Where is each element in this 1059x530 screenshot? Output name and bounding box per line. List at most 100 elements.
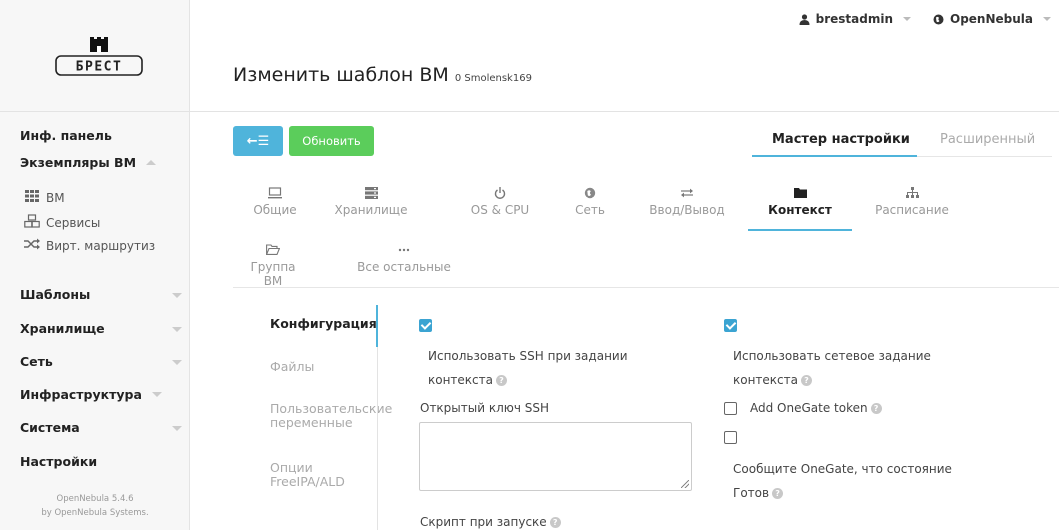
section-tabs-divider [233,287,1059,288]
network-context-label-text: контекста [733,373,798,387]
sidebar: БРЕСТ Инф. панель Экземпляры ВМ ВМ Серви… [0,0,190,530]
report-ready-label-line1: Сообщите OneGate, что состояние [733,462,952,476]
globe-icon [933,14,944,24]
tab-advanced[interactable]: Расширенный [940,132,1035,147]
logo-text: БРЕСТ [76,60,123,75]
chevron-down-icon [172,426,182,431]
nav-dashboard[interactable]: Инф. панель [20,128,112,143]
globe-icon [565,187,615,201]
network-context-checkbox[interactable] [724,319,737,332]
help-icon[interactable]: ? [549,517,561,528]
tab-wizard[interactable]: Мастер настройки [772,132,910,147]
nav-network[interactable]: Сеть [20,354,182,369]
exchange-icon [637,187,737,201]
chevron-down-icon [172,293,182,298]
tab-os-cpu-label: OS & CPU [470,203,530,217]
tab-network-label: Сеть [575,203,605,217]
tab-general[interactable]: Общие [244,187,306,217]
tab-os-cpu[interactable]: OS & CPU [460,187,540,217]
mode-tab-active-indicator [752,155,917,157]
tab-schedule-label: Расписание [875,203,949,217]
help-icon[interactable]: ? [496,375,507,386]
nav-infrastructure-label: Инфраструктура [20,387,142,402]
tab-storage[interactable]: Хранилище [315,187,427,217]
help-icon[interactable]: ? [801,375,812,386]
page-subtitle: 0 Smolensk169 [454,73,532,84]
nav-infrastructure[interactable]: Инфраструктура [20,387,162,402]
power-icon [460,187,540,201]
tab-vm-group-label: Группа ВМ [250,260,296,288]
ssh-key-label: Открытый ключ SSH [420,401,550,415]
zone-menu[interactable]: OpenNebula [933,12,1051,26]
sidebar-item-services[interactable]: Сервисы [24,214,100,231]
sidebar-item-virtual-routers[interactable]: Вирт. маршрутиз [24,238,155,253]
brest-logo[interactable]: БРЕСТ [53,37,145,77]
tab-io[interactable]: Ввод/Вывод [637,187,737,217]
subnav-freeipa-line2: FreeIPA/ALD [270,474,345,489]
page-title-text: Изменить шаблон ВМ [233,64,449,86]
ssh-context-label: Использовать SSH при задании контекста? [428,344,628,392]
sidebar-item-virtual-routers-label: Вирт. маршрутиз [46,238,156,253]
user-name: brestadmin [815,12,893,26]
folder-icon [755,187,845,201]
storage-icon [315,187,427,201]
page-title: Изменить шаблон ВМ 0 Smolensk169 [233,64,532,86]
nav-vm-instances[interactable]: Экземпляры ВМ [20,155,157,170]
tab-storage-label: Хранилище [334,203,408,217]
monitor-icon [244,187,306,201]
tab-vm-group[interactable]: Группа ВМ [240,244,306,288]
nav-system[interactable]: Система [20,420,182,435]
ssh-context-checkbox[interactable] [419,319,432,332]
start-script-label: Скрипт при запуске? [420,510,561,530]
help-icon[interactable]: ? [772,488,784,499]
chevron-down-icon [151,392,162,397]
report-ready-label: Сообщите OneGate, что состояние Готов? [733,457,952,505]
user-icon [799,13,810,25]
nav-storage[interactable]: Хранилище [20,321,182,336]
cubes-icon [24,214,40,231]
tab-context[interactable]: Контекст [755,187,845,217]
subnav-divider [377,347,378,530]
subnav-custom-vars-line2: переменные [270,415,353,430]
chevron-down-icon [172,360,182,365]
subnav-configuration[interactable]: Конфигурация [270,317,377,331]
nav-templates-label: Шаблоны [20,287,91,302]
nav-storage-label: Хранилище [20,321,105,336]
refresh-button[interactable]: Обновить [289,126,374,156]
back-button[interactable]: ←☰ [233,126,283,156]
vendor-text[interactable]: by OpenNebula Systems. [0,508,190,518]
nav-network-label: Сеть [20,354,53,369]
ssh-context-label-text: контекста [428,373,493,387]
tab-schedule[interactable]: Расписание [862,187,962,217]
ssh-key-textarea[interactable] [419,422,692,491]
subnav-freeipa[interactable]: Опции FreeIPA/ALD [270,461,345,489]
report-ready-checkbox[interactable] [724,431,737,444]
tab-context-label: Контекст [768,203,832,217]
chevron-up-icon [146,160,157,165]
chevron-down-icon [172,327,182,332]
tab-general-label: Общие [253,203,297,217]
onegate-token-label: Add OneGate token? [750,396,882,420]
tab-all-other[interactable]: Все остальные [334,244,474,274]
subnav-custom-vars-line1: Пользовательские [270,401,393,416]
nav-templates[interactable]: Шаблоны [20,287,182,302]
subnav-active-indicator [376,305,378,347]
sidebar-item-services-label: Сервисы [46,215,101,230]
sidebar-item-vms[interactable]: ВМ [24,190,65,205]
nav-vm-instances-label: Экземпляры ВМ [20,155,137,170]
subnav-custom-vars[interactable]: Пользовательские переменные [270,402,392,430]
onegate-token-checkbox[interactable] [724,402,737,415]
help-icon[interactable]: ? [870,403,882,414]
section-tab-active-indicator [748,229,852,231]
tab-network[interactable]: Сеть [565,187,615,217]
nav-settings[interactable]: Настройки [20,454,97,469]
random-icon [24,238,40,253]
version-text: OpenNebula 5.4.6 [56,494,134,504]
subnav-files[interactable]: Файлы [270,360,314,374]
user-menu[interactable]: brestadmin [799,12,911,26]
ellipsis-icon [334,244,474,258]
tab-all-other-label: Все остальные [357,260,451,274]
resize-handle-icon[interactable] [681,480,689,488]
sidebar-divider [0,111,190,112]
refresh-button-label: Обновить [302,134,361,148]
